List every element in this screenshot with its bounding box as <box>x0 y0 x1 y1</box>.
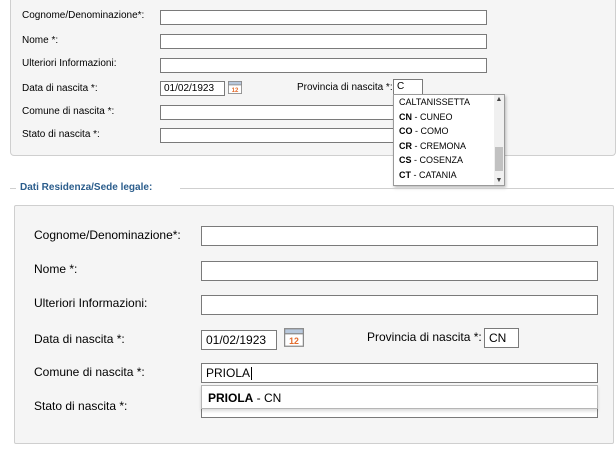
stato-label: Stato di nascita *: <box>22 129 100 140</box>
dropdown-item[interactable]: CALTANISSETTA <box>394 95 504 110</box>
cognome-label: Cognome/Denominazione*: <box>22 10 145 21</box>
comune-autocomplete-suggestion[interactable]: PRIOLA - CN <box>201 385 598 409</box>
cognome-label: Cognome/Denominazione*: <box>34 228 181 242</box>
nome-input[interactable] <box>160 34 487 49</box>
ulteriori-label: Ulteriori Informazioni: <box>34 296 148 310</box>
dropdown-item[interactable]: CS - COSENZA <box>394 153 504 168</box>
provincia-label: Provincia di nascita *: <box>367 330 482 344</box>
scroll-up-icon[interactable]: ▲ <box>494 96 504 103</box>
data-nascita-input[interactable]: 01/02/1923 <box>160 81 225 96</box>
scroll-down-icon[interactable]: ▼ <box>494 177 504 184</box>
legend-divider-right <box>180 188 614 189</box>
ulteriori-input[interactable] <box>201 295 598 315</box>
provincia-dropdown-list[interactable]: CALTANISSETTA CN - CUNEO CO - COMO CR - … <box>393 94 505 186</box>
comune-input[interactable]: PRIOLA <box>201 363 598 383</box>
provincia-input[interactable]: CN <box>484 328 519 348</box>
dropdown-item[interactable]: CO - COMO <box>394 124 504 139</box>
scrollbar-thumb[interactable] <box>495 147 503 171</box>
dropdown-item[interactable]: CT - CATANIA <box>394 168 504 183</box>
calendar-icon[interactable]: 12 <box>284 328 304 347</box>
dropdown-item[interactable]: CN - CUNEO <box>394 110 504 125</box>
nome-label: Nome *: <box>34 262 78 276</box>
comune-input[interactable] <box>160 105 400 120</box>
ulteriori-input[interactable] <box>160 58 487 73</box>
calendar-day-text: 12 <box>289 336 299 346</box>
comune-label: Comune di nascita *: <box>22 106 115 117</box>
stato-input[interactable] <box>160 128 400 143</box>
ulteriori-label: Ulteriori Informazioni: <box>22 58 117 69</box>
provincia-label: Provincia di nascita *: <box>297 82 393 93</box>
data-nascita-label: Data di nascita *: <box>22 83 98 94</box>
stato-label: Stato di nascita *: <box>34 399 128 413</box>
cognome-input[interactable] <box>201 226 598 246</box>
calendar-icon[interactable]: 12 <box>228 81 242 94</box>
calendar-day-text: 12 <box>232 88 239 94</box>
cognome-input[interactable] <box>160 10 487 25</box>
dropdown-item[interactable]: CR - CREMONA <box>394 139 504 154</box>
legend-divider-left <box>10 188 16 189</box>
nome-input[interactable] <box>201 261 598 281</box>
data-nascita-label: Data di nascita *: <box>34 332 125 346</box>
text-caret <box>251 367 253 381</box>
nome-label: Nome *: <box>22 35 59 46</box>
section-legend-residenza: Dati Residenza/Sede legale: <box>20 182 153 193</box>
data-nascita-input[interactable]: 01/02/1923 <box>201 330 277 350</box>
comune-label: Comune di nascita *: <box>34 365 145 379</box>
provincia-input[interactable]: C <box>393 79 423 95</box>
dropdown-scrollbar[interactable]: ▲ ▼ <box>494 95 504 185</box>
